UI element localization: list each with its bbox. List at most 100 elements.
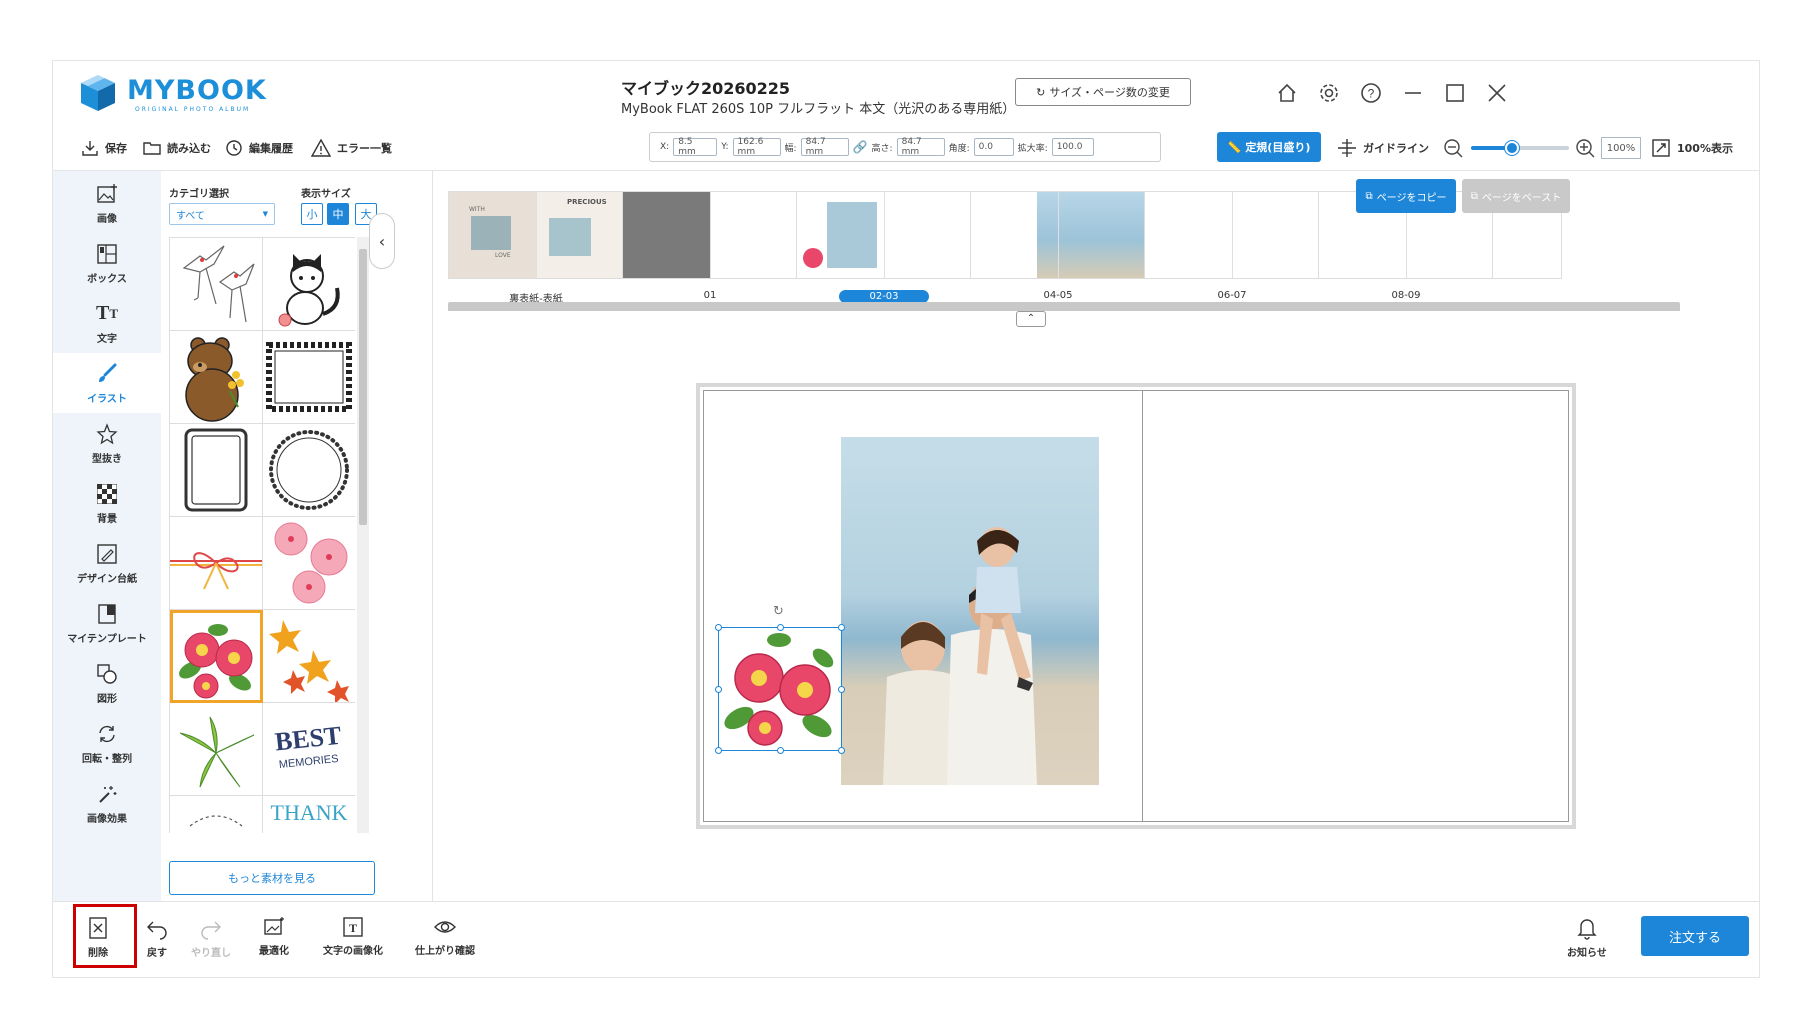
sidebar-item-box[interactable]: ボックス [53, 233, 161, 293]
size-page-change-button[interactable]: ↻ サイズ・ページ数の変更 [1015, 78, 1191, 106]
illustration-cranes[interactable] [170, 238, 263, 331]
selected-camellia[interactable]: ↻ [715, 604, 845, 754]
resize-handle[interactable] [838, 686, 845, 693]
resize-handle[interactable] [838, 747, 845, 754]
category-select[interactable]: すべて ▼ [169, 203, 275, 225]
sidebar-label: 回転・整列 [82, 753, 132, 765]
bottom-bar: 削除 戻す やり直し 最適化 T 文字の画像化 仕上がり確認 お知らせ 注文する [53, 901, 1759, 977]
close-icon[interactable] [1483, 79, 1511, 107]
guideline-button[interactable]: ガイドライン [1337, 137, 1429, 159]
thumb-04-05[interactable] [970, 191, 1146, 279]
illustration-best-memories[interactable]: BEST MEMORIES [263, 703, 355, 796]
width-field[interactable]: 84.7 mm [800, 137, 849, 157]
illustration-sakura[interactable] [263, 517, 355, 610]
resize-handle[interactable] [715, 686, 722, 693]
y-field[interactable]: 162.6 mm [732, 137, 781, 157]
illustration-autumn-leaves[interactable] [263, 610, 355, 703]
sidebar-item-image[interactable]: 画像 [53, 173, 161, 233]
error-list-button[interactable]: エラー一覧 [311, 137, 392, 159]
thumb-01[interactable] [622, 191, 798, 279]
bell-icon [1577, 919, 1597, 940]
minimize-icon[interactable] [1399, 79, 1427, 107]
thumb-cover[interactable]: PRECIOUS WITH LOVE [448, 191, 624, 279]
thumb-06-07[interactable] [1144, 191, 1320, 279]
home-icon[interactable] [1273, 79, 1301, 107]
svg-text:?: ? [1368, 87, 1375, 101]
fit-100-button[interactable]: 100%表示 [1651, 137, 1733, 159]
chevron-up-icon[interactable]: ⌃ [1016, 311, 1046, 327]
settings-icon[interactable] [1315, 79, 1343, 107]
size-small-toggle[interactable]: 小 [301, 203, 323, 225]
illustration-frame-ornate[interactable] [170, 424, 263, 517]
zoom-out-icon[interactable] [1439, 134, 1467, 162]
link-icon[interactable]: 🔗 [853, 140, 868, 154]
height-field[interactable]: 84.7 mm [896, 137, 945, 157]
sidebar-item-shape[interactable]: 図形 [53, 653, 161, 713]
resize-handle[interactable] [838, 624, 845, 631]
page-spread[interactable]: ↻ [696, 383, 1576, 829]
zoom-in-icon[interactable] [1571, 134, 1599, 162]
illustration-mizuhiki[interactable] [170, 517, 263, 610]
load-button[interactable]: 読み込む [143, 137, 211, 159]
sidebar-item-cutout[interactable]: 型抜き [53, 413, 161, 473]
thumb-02-03[interactable] [796, 191, 972, 279]
angle-field[interactable]: 0.0 [973, 138, 1014, 156]
illustration-grid: BEST MEMORIES THANK [169, 237, 355, 833]
editor-canvas[interactable]: ⌃ ↻ [434, 311, 1759, 969]
paste-page-button: ⧉ ページをペースト [1462, 179, 1570, 213]
text-to-image-button[interactable]: T 文字の画像化 [323, 916, 383, 957]
resize-handle[interactable] [777, 747, 784, 754]
resize-handle[interactable] [777, 624, 784, 631]
zoom-value[interactable]: 100% [1601, 137, 1641, 159]
family-photo[interactable] [841, 437, 1099, 785]
illustration-bear[interactable] [170, 331, 263, 424]
illustration-cat[interactable] [263, 238, 355, 331]
errors-label: エラー一覧 [337, 142, 392, 155]
undo-button[interactable]: 戻す [145, 916, 169, 959]
collapse-panel-button[interactable]: ‹ [369, 213, 395, 269]
caret-down-icon: ▼ [262, 210, 268, 218]
size-medium-toggle[interactable]: 中 [327, 203, 349, 225]
save-button[interactable]: 保存 [81, 137, 127, 159]
redo-icon [201, 921, 221, 940]
order-button[interactable]: 注文する [1641, 916, 1749, 956]
scale-field[interactable]: 100.0 [1051, 138, 1094, 156]
rotate-handle-icon[interactable]: ↻ [773, 604, 784, 619]
grid-scroll-thumb[interactable] [359, 249, 367, 525]
illustration-thank[interactable]: THANK [263, 796, 355, 833]
illustration-camellia[interactable] [170, 610, 263, 703]
notifications-button[interactable]: お知らせ [1567, 916, 1607, 959]
preview-button[interactable]: 仕上がり確認 [415, 916, 475, 957]
zoom-slider[interactable] [1471, 141, 1569, 155]
copy-page-button[interactable]: ⧉ ページをコピー [1356, 179, 1456, 213]
sidebar-item-background[interactable]: 背景 [53, 473, 161, 533]
resize-handle[interactable] [715, 747, 722, 754]
history-button[interactable]: 編集履歴 [225, 137, 293, 159]
sidebar-item-image-effect[interactable]: 画像効果 [53, 773, 161, 833]
zoom-thumb[interactable] [1505, 141, 1520, 155]
x-field[interactable]: 8.5 mm [673, 137, 718, 157]
sidebar-item-illustration[interactable]: イラスト [53, 353, 161, 413]
illustration-lettering-partial[interactable] [170, 796, 263, 833]
thumb-divider [1058, 192, 1059, 278]
maximize-icon[interactable] [1441, 79, 1469, 107]
help-icon[interactable]: ? [1357, 79, 1385, 107]
more-materials-button[interactable]: もっと素材を見る [169, 861, 375, 895]
ruler-button[interactable]: 📏 定規(目盛り) [1217, 132, 1321, 162]
page-thumbnails: PRECIOUS WITH LOVE 裏表紙-表紙 01 02-03 04-05… [434, 171, 1759, 314]
illustration-bamboo-leaves[interactable] [170, 703, 263, 796]
illustration-frame-dashed[interactable] [263, 331, 355, 424]
thank-text: THANK [271, 800, 348, 825]
sidebar-item-rotate-align[interactable]: 回転・整列 [53, 713, 161, 773]
rotate-icon [95, 722, 119, 746]
illustration-frame-circle[interactable] [263, 424, 355, 517]
resize-handle[interactable] [715, 624, 722, 631]
sidebar-item-my-template[interactable]: マイテンプレート [53, 593, 161, 653]
optimize-button[interactable]: 最適化 [259, 916, 289, 957]
sidebar-label: 型抜き [92, 453, 122, 465]
sidebar-item-text[interactable]: TT 文字 [53, 293, 161, 353]
sidebar-item-design-mount[interactable]: デザイン台紙 [53, 533, 161, 593]
grid-scrollbar[interactable] [357, 237, 369, 833]
delete-button[interactable]: 削除 [87, 916, 109, 959]
redo-button[interactable]: やり直し [191, 916, 231, 959]
